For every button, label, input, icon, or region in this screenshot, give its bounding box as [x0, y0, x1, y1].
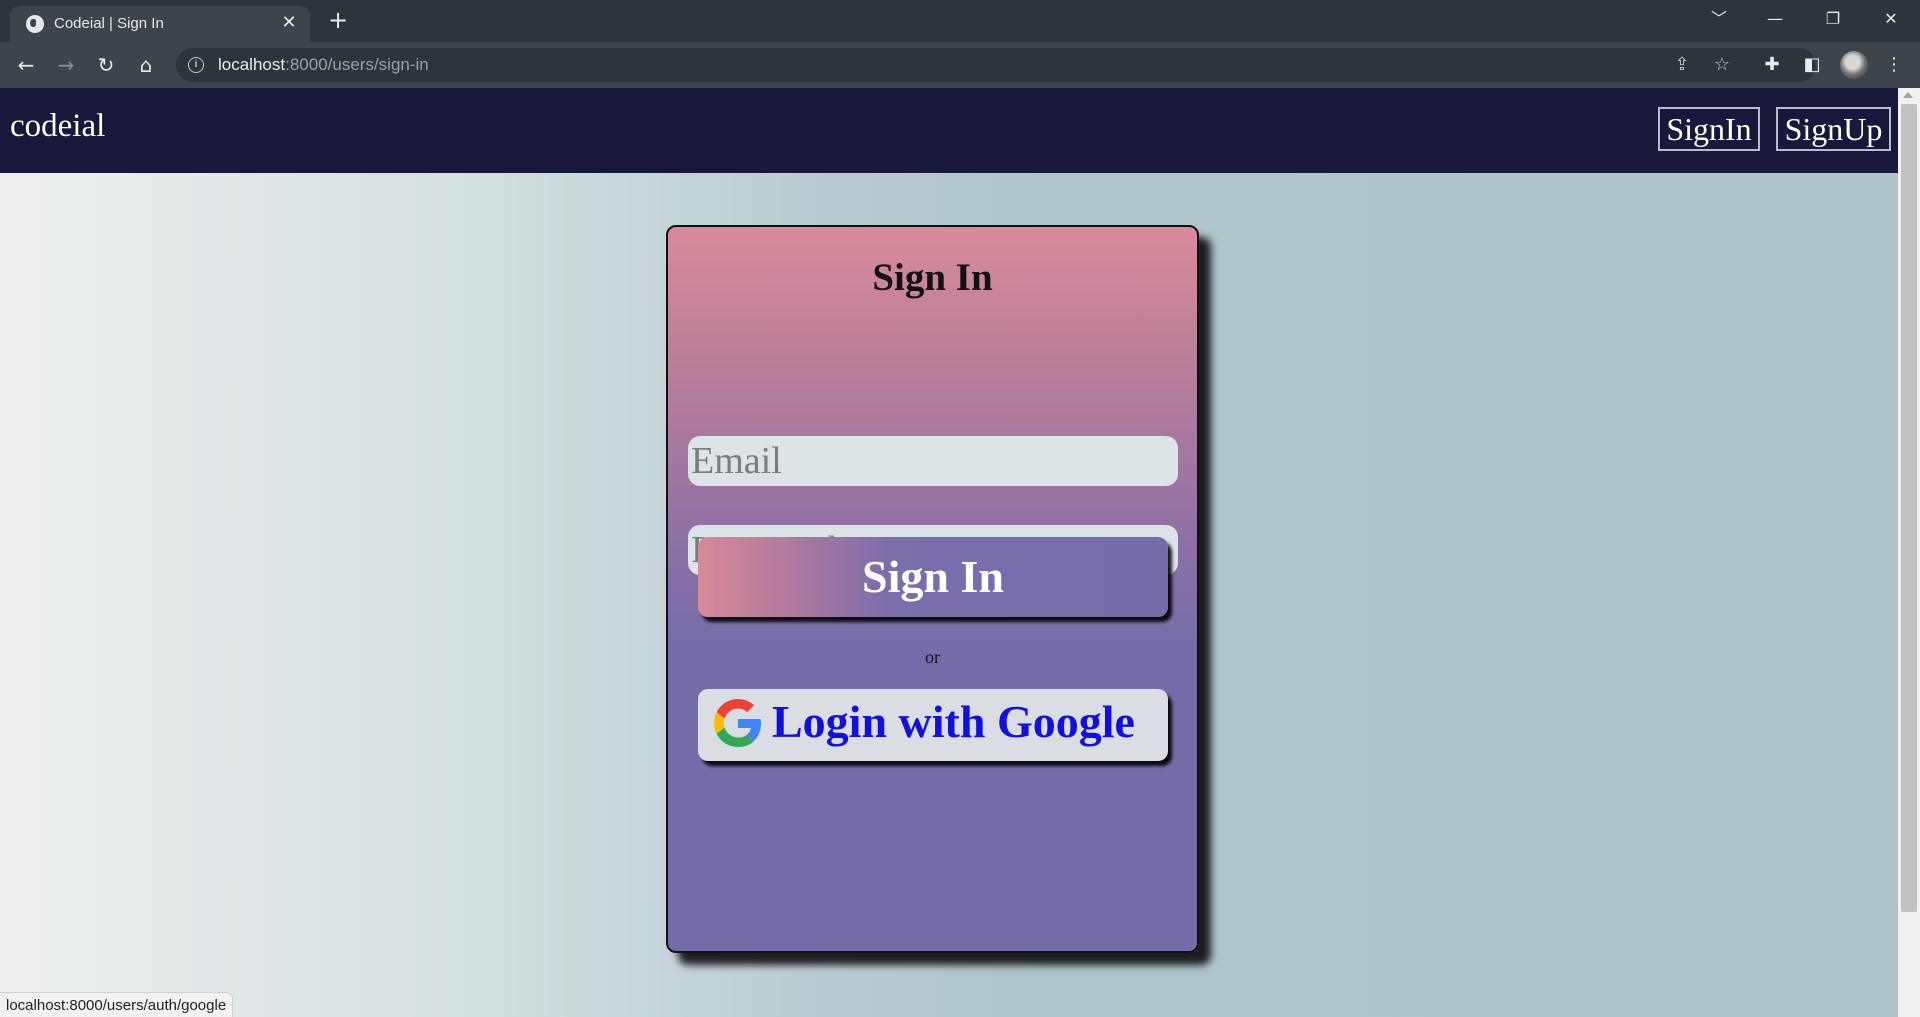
home-icon[interactable]: ⌂ [132, 51, 160, 79]
status-bar-url: localhost:8000/users/auth/google [0, 992, 234, 1017]
browser-toolbar: ← → ↻ ⌂ i localhost:8000/users/sign-in ⇪… [0, 42, 1920, 88]
tab-search-icon[interactable]: ﹀ [1696, 4, 1742, 34]
form-title: Sign In [872, 256, 993, 299]
share-icon[interactable]: ⇪ [1670, 53, 1694, 77]
restore-button[interactable]: ❐ [1810, 4, 1856, 34]
or-separator: or [925, 647, 940, 667]
google-login-label: Login with Google [772, 696, 1135, 747]
puzzle-icon[interactable]: ✚ [1758, 51, 1786, 79]
kebab-menu-icon[interactable]: ⋮ [1880, 51, 1908, 79]
browser-tab-bar: Codeial | Sign In ✕ + ﹀ — ❐ ✕ [0, 0, 1920, 42]
email-field[interactable] [688, 436, 1178, 486]
address-bar[interactable]: i localhost:8000/users/sign-in ⇪ ☆ [176, 48, 1816, 82]
minimize-button[interactable]: — [1752, 4, 1798, 34]
forward-arrow-icon[interactable]: → [52, 51, 80, 79]
header-signup-link[interactable]: SignUp [1776, 107, 1891, 151]
info-icon[interactable]: i [188, 57, 204, 73]
scroll-thumb[interactable] [1901, 104, 1917, 912]
side-panel-icon[interactable]: ◧ [1798, 51, 1826, 79]
globe-icon [26, 15, 44, 33]
close-tab-icon[interactable]: ✕ [280, 14, 298, 32]
star-icon[interactable]: ☆ [1710, 53, 1734, 77]
signin-card: Sign In Sign In or Login with Google [666, 225, 1199, 953]
google-login-button[interactable]: Login with Google [698, 689, 1168, 761]
signin-submit-button[interactable]: Sign In [698, 537, 1168, 617]
url-host: localhost [218, 55, 286, 74]
page-viewport: codeial SignIn SignUp Sign In Sign In or… [0, 88, 1898, 1017]
reload-icon[interactable]: ↻ [92, 51, 120, 79]
url-path: :8000/users/sign-in [285, 55, 429, 74]
page-scrollbar[interactable] [1898, 88, 1920, 1017]
browser-tab[interactable]: Codeial | Sign In ✕ [10, 6, 310, 42]
google-logo-icon [714, 699, 761, 747]
profile-avatar[interactable] [1840, 51, 1868, 79]
url-text[interactable]: localhost:8000/users/sign-in [218, 55, 429, 75]
new-tab-button[interactable]: + [326, 8, 350, 32]
site-header: codeial SignIn SignUp [0, 88, 1898, 173]
header-signin-link[interactable]: SignIn [1658, 107, 1760, 151]
back-arrow-icon[interactable]: ← [12, 51, 40, 79]
scroll-up-arrow-icon[interactable] [1903, 92, 1913, 98]
tab-title: Codeial | Sign In [54, 15, 164, 32]
site-logo[interactable]: codeial [10, 108, 105, 145]
close-window-button[interactable]: ✕ [1868, 4, 1914, 34]
